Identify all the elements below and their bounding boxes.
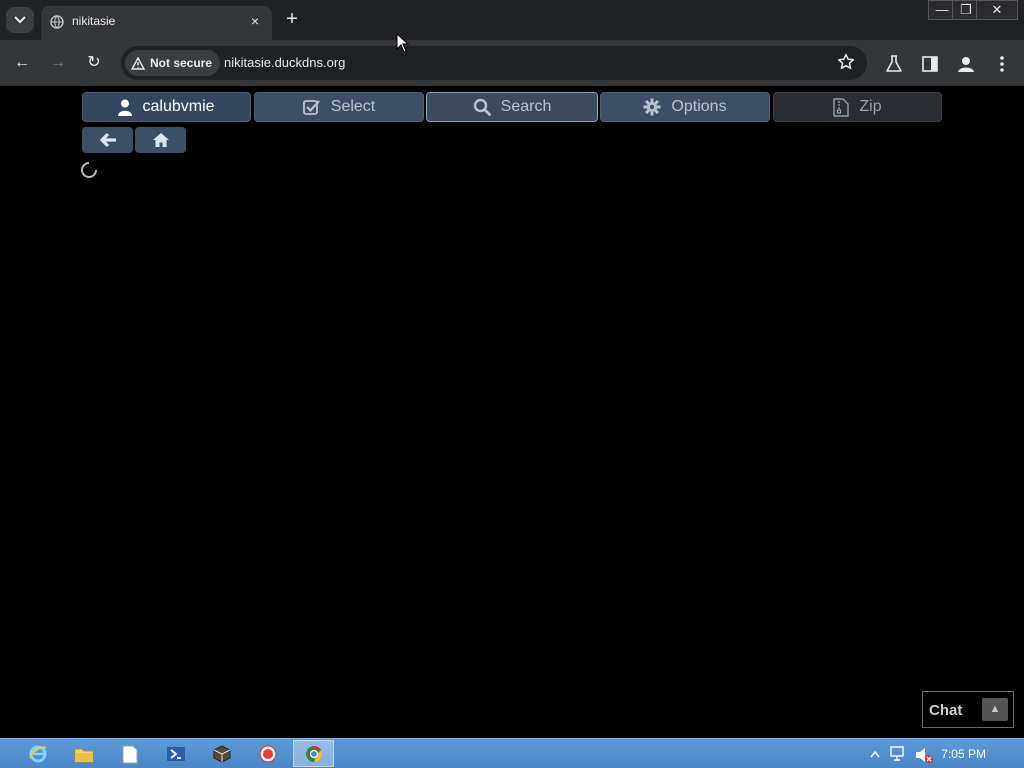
security-label: Not secure	[150, 56, 213, 70]
gear-icon	[643, 98, 661, 116]
taskbar-chrome[interactable]	[293, 740, 334, 767]
warning-icon	[131, 56, 145, 70]
tab-title: nikitasie	[72, 14, 116, 28]
browser-tab[interactable]: nikitasie ×	[41, 6, 272, 40]
loading-spinner-icon	[81, 162, 97, 178]
taskbar-recorder[interactable]	[251, 742, 285, 766]
tab-close-icon[interactable]: ×	[246, 12, 264, 30]
chat-label: Chat	[929, 702, 963, 719]
url-text[interactable]: nikitasie.duckdns.org	[224, 55, 345, 70]
labs-flask-icon[interactable]	[884, 54, 904, 74]
options-button-label: Options	[671, 98, 727, 115]
internet-explorer-icon	[29, 745, 47, 763]
checkbox-icon	[302, 100, 320, 115]
chrome-icon	[305, 745, 322, 762]
user-icon	[118, 99, 133, 116]
profile-icon[interactable]	[956, 54, 976, 74]
taskbar-clock[interactable]: 7:05 PM	[941, 747, 986, 761]
mouse-cursor-icon	[396, 33, 410, 53]
taskbar-package[interactable]	[205, 742, 239, 766]
folder-icon	[74, 748, 94, 762]
taskbar-explorer[interactable]	[67, 742, 101, 766]
taskbar-powershell[interactable]	[159, 742, 193, 766]
browser-toolbar: ← → ↻ Not secure nikitasie.duckdns.org	[0, 40, 1024, 86]
menu-kebab-icon[interactable]	[992, 54, 1012, 74]
side-panel-icon[interactable]	[920, 54, 940, 74]
zip-file-icon	[833, 97, 850, 117]
user-button-label: calubvmie	[142, 98, 215, 115]
document-icon	[122, 745, 138, 763]
arrow-left-icon	[99, 132, 116, 148]
user-button[interactable]: calubvmie	[82, 92, 251, 122]
powershell-icon	[167, 747, 185, 761]
bookmark-star-icon[interactable]	[837, 53, 855, 71]
taskbar-ie[interactable]	[21, 742, 55, 766]
new-tab-button[interactable]: +	[281, 8, 303, 30]
browser-title-bar: nikitasie × + — ❐ ✕	[0, 0, 1024, 40]
network-icon[interactable]	[890, 746, 908, 762]
home-button[interactable]	[135, 127, 186, 153]
address-bar[interactable]: Not secure nikitasie.duckdns.org	[121, 46, 867, 80]
chevron-down-icon	[14, 16, 26, 24]
reload-button[interactable]: ↻	[82, 51, 106, 75]
volume-muted-icon[interactable]	[914, 746, 934, 764]
select-button[interactable]: Select	[254, 92, 424, 122]
close-window-button[interactable]: ✕	[976, 0, 1018, 20]
forward-button[interactable]: →	[46, 51, 70, 75]
record-icon	[259, 745, 277, 763]
zip-button[interactable]: Zip	[773, 92, 942, 122]
windows-taskbar: 7:05 PM	[0, 738, 1024, 768]
zip-button-label: Zip	[859, 98, 882, 115]
chat-widget[interactable]: Chat ▲	[922, 691, 1014, 728]
security-chip[interactable]: Not secure	[125, 50, 221, 76]
options-button[interactable]: Options	[600, 92, 770, 122]
chat-expand-button[interactable]: ▲	[982, 698, 1008, 721]
search-button[interactable]: Search	[426, 92, 598, 122]
search-icon	[473, 98, 491, 116]
select-button-label: Select	[330, 98, 376, 115]
taskbar-notepad[interactable]	[113, 742, 147, 766]
package-icon	[213, 745, 231, 763]
home-icon	[152, 133, 169, 147]
back-button[interactable]: ←	[10, 51, 34, 75]
back-nav-button[interactable]	[82, 127, 133, 153]
tab-search-button[interactable]	[6, 7, 34, 33]
globe-icon	[50, 15, 64, 29]
search-button-label: Search	[500, 98, 552, 115]
tray-expand-icon[interactable]	[870, 750, 880, 758]
